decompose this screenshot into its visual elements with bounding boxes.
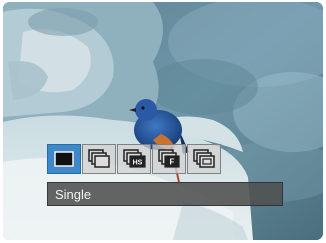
hs-badge: HS <box>133 160 143 167</box>
continuous-shot-option[interactable] <box>82 144 116 174</box>
mode-caption-bar: Single <box>47 182 283 206</box>
continuous-variant-option[interactable] <box>187 144 221 174</box>
drive-mode-selector: HS F <box>47 144 221 174</box>
continuous-shot-icon <box>88 149 110 168</box>
f-badge: F <box>170 158 175 167</box>
single-shot-option[interactable] <box>47 144 81 174</box>
fast-burst-option[interactable]: F <box>152 144 186 174</box>
high-speed-burst-option[interactable]: HS <box>117 144 151 174</box>
single-shot-icon <box>54 151 74 167</box>
continuous-variant-icon <box>193 149 215 168</box>
fast-burst-icon: F <box>158 149 180 168</box>
selected-mode-label: Single <box>55 187 92 202</box>
camera-screen: HS F Single <box>3 2 323 240</box>
high-speed-burst-icon: HS <box>123 149 146 168</box>
